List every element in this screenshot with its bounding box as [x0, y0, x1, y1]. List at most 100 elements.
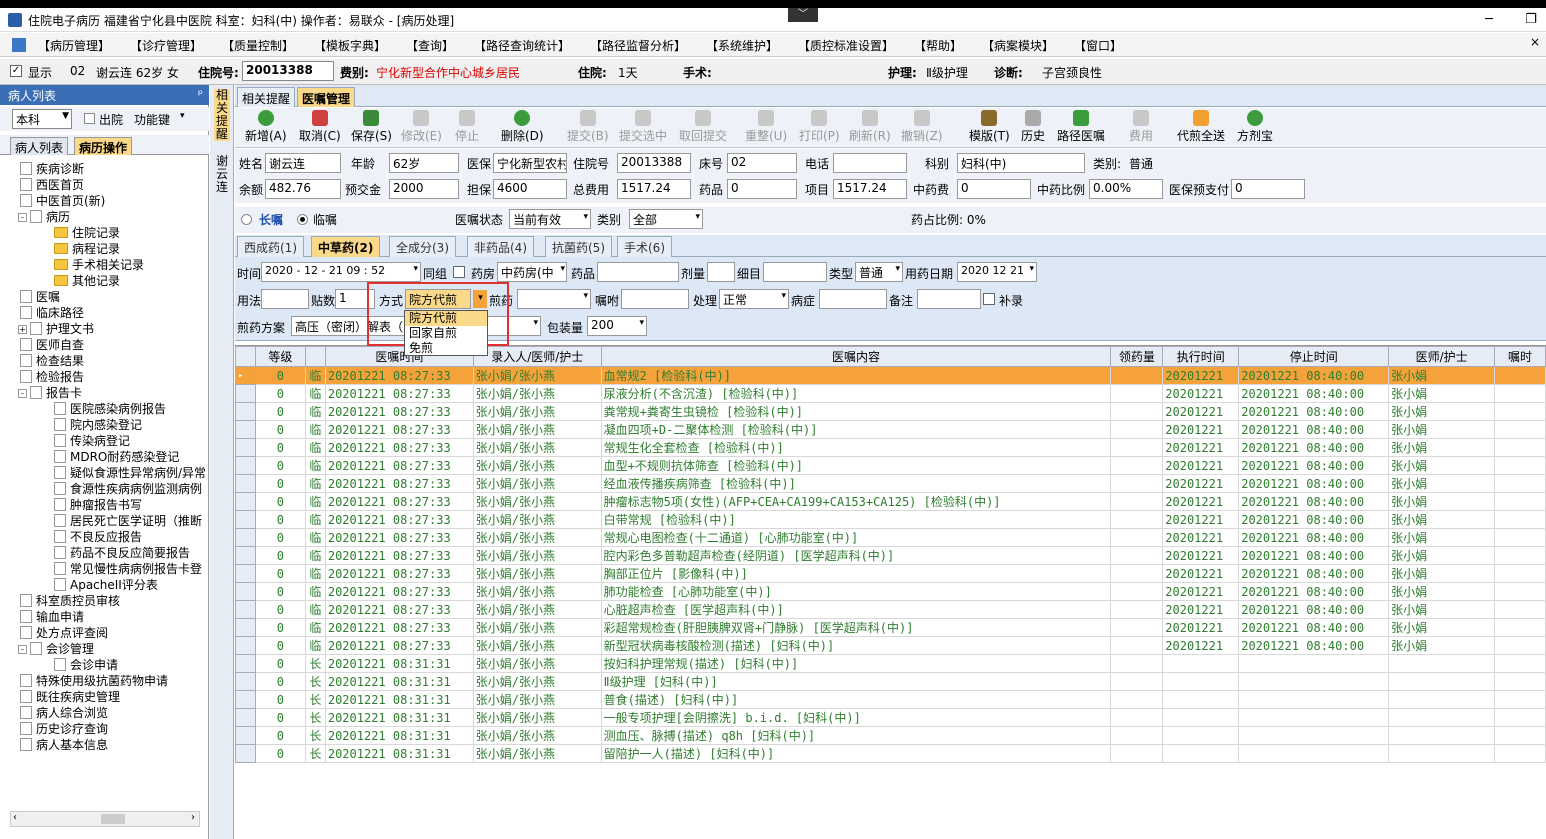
history-button[interactable]: 历史 — [1021, 110, 1045, 144]
drug-field[interactable] — [597, 262, 679, 282]
tree-item[interactable]: 住院记录 — [54, 225, 120, 241]
tree-item[interactable]: 检查结果 — [20, 353, 84, 369]
table-row[interactable]: 0 临 20201221 08:27:33 张小娟/张小燕 白带常规 [检验科(中)] 2… — [235, 510, 1546, 529]
menu-record[interactable]: 【病历管理】 — [38, 37, 110, 54]
header-type[interactable] — [304, 346, 326, 367]
balance-field[interactable]: 482.76 — [265, 179, 341, 199]
row-marker[interactable] — [235, 636, 256, 655]
template-button[interactable]: 模版(T) — [969, 110, 1010, 144]
table-row[interactable]: 0 临 20201221 08:27:33 张小娟/张小燕 胸部正位片 [影像科(中)]… — [235, 564, 1546, 583]
tree-item[interactable]: 处方点评查阅 — [20, 625, 108, 641]
phone-field[interactable] — [833, 153, 907, 173]
option-no-decoct[interactable]: 免煎 — [405, 341, 487, 356]
fee-button[interactable]: 费用 — [1129, 110, 1153, 144]
tcm-fee-field[interactable]: 0 — [957, 179, 1031, 199]
table-row[interactable]: 0 临 20201221 08:27:33 张小娟/张小燕 尿液分析(不含沉渣) [检验… — [235, 384, 1546, 403]
row-marker[interactable] — [235, 402, 256, 421]
tree-item[interactable]: 历史诊疗查询 — [20, 721, 108, 737]
table-row[interactable]: 0 临 20201221 08:27:33 张小娟/张小燕 肺功能检查 [心肺功能室(中… — [235, 582, 1546, 601]
row-marker[interactable] — [235, 600, 256, 619]
tree-item[interactable]: MDRO耐药感染登记 — [54, 449, 179, 465]
tree-item[interactable]: 特殊使用级抗菌药物申请 — [20, 673, 168, 689]
chevron-down-icon[interactable]: ▾ — [180, 111, 185, 121]
tree-item[interactable]: 不良反应报告 — [54, 529, 142, 545]
item-fee-field[interactable]: 1517.24 — [833, 179, 907, 199]
bed-field[interactable]: 02 — [727, 153, 797, 173]
order-category-select[interactable]: 全部 ▾ — [629, 209, 703, 229]
horizontal-scrollbar[interactable]: ‹ › — [10, 811, 200, 827]
header-exec-time[interactable]: 执行时间 — [1162, 346, 1240, 367]
pin-icon[interactable]: ᵖ — [198, 87, 203, 101]
admission-field[interactable]: 20013388 — [617, 153, 691, 173]
stop-button[interactable]: 停止 — [455, 110, 479, 144]
tree-item[interactable]: 既往疾病史管理 — [20, 689, 120, 705]
revoke-button[interactable]: 撤销(Z) — [901, 110, 943, 144]
tree-item[interactable]: 其他记录 — [54, 273, 120, 289]
save-button[interactable]: 保存(S) — [351, 110, 392, 144]
submit-selected-button[interactable]: 提交选中 — [619, 110, 667, 144]
prepay-field[interactable]: 2000 — [389, 179, 459, 199]
row-marker[interactable] — [235, 744, 256, 763]
temp-order-radio[interactable] — [297, 214, 308, 225]
row-marker[interactable] — [235, 708, 256, 727]
print-button[interactable]: 打印(P) — [799, 110, 840, 144]
row-marker[interactable] — [235, 510, 256, 529]
tree-item[interactable]: 医院感染病例报告 — [54, 401, 166, 417]
long-order-radio[interactable] — [241, 214, 252, 225]
scroll-left-icon[interactable]: ‹ — [13, 812, 17, 823]
vtab-patient[interactable]: 谢云连 — [214, 155, 230, 194]
tab-antibiotic[interactable]: 抗菌药(5) — [545, 236, 612, 257]
table-row[interactable]: 0 临 20201221 08:27:33 张小娟/张小燕 彩超常规检查(肝胆胰脾双肾+… — [235, 618, 1546, 637]
dept-select[interactable]: 本科 ▼ — [12, 109, 72, 129]
tab-reminder[interactable]: 相关提醒 — [237, 87, 296, 107]
menu-quality[interactable]: 【质量控制】 — [222, 37, 294, 54]
row-marker[interactable] — [235, 438, 256, 457]
tab-all-ingredients[interactable]: 全成分(3) — [389, 236, 456, 257]
tree-item[interactable]: 居民死亡医学证明（推断 — [54, 513, 202, 529]
pack-amount-select[interactable]: 200 ▾ — [587, 316, 647, 336]
header-stop-time[interactable]: 停止时间 — [1238, 346, 1390, 367]
tree-item[interactable]: 药品不良反应简要报告 — [54, 545, 190, 561]
add-button[interactable]: 新增(A) — [245, 110, 287, 144]
use-date-field[interactable]: 2020 12 21 ▾ — [957, 262, 1037, 282]
retrieve-button[interactable]: 取回提交 — [679, 110, 727, 144]
menu-case[interactable]: 【病案模块】 — [982, 37, 1054, 54]
detail-field[interactable] — [763, 262, 827, 282]
advice-field[interactable] — [621, 289, 689, 309]
tree-item[interactable]: ApacheII评分表 — [54, 577, 158, 593]
row-marker[interactable] — [235, 420, 256, 439]
table-row[interactable]: 0 临 20201221 08:27:33 张小娟/张小燕 常规心电图检查(十二通道) … — [235, 528, 1546, 547]
order-status-select[interactable]: 当前有效 ▾ — [509, 209, 591, 229]
discharge-checkbox[interactable] — [84, 113, 95, 124]
tree-item[interactable]: 临床路径 — [20, 305, 84, 321]
header-doctor-nurse[interactable]: 医师/护士 — [1388, 346, 1495, 367]
usage-field[interactable] — [261, 289, 309, 309]
table-row[interactable]: 0 临 20201221 08:27:33 张小娟/张小燕 心脏超声检查 [医学超声科(… — [235, 600, 1546, 619]
prescription-button[interactable]: 方剂宝 — [1237, 110, 1273, 144]
menu-path-analysis[interactable]: 【路径监督分析】 — [590, 37, 686, 54]
tree-item[interactable]: 疾病诊断 — [20, 161, 84, 177]
guarantee-field[interactable]: 4600 — [493, 179, 567, 199]
tree-item[interactable]: 院内感染登记 — [54, 417, 142, 433]
tree-item[interactable]: 传染病登记 — [54, 433, 130, 449]
note-field[interactable] — [917, 289, 981, 309]
path-order-button[interactable]: 路径医嘱 — [1057, 110, 1105, 144]
pharmacy-select[interactable]: 中药房(中 ▾ — [497, 262, 567, 282]
table-row[interactable]: 0 长 20201221 08:31:31 张小娟/张小燕 普食(描述) [妇科(中)] — [235, 690, 1546, 709]
row-marker[interactable] — [235, 690, 256, 709]
tree-item[interactable]: 西医首页 — [20, 177, 84, 193]
tree-item[interactable]: 病程记录 — [54, 241, 120, 257]
insurance-field[interactable]: 宁化新型农村 — [493, 153, 567, 173]
table-row[interactable]: 0 长 20201221 08:31:31 张小娟/张小燕 测血压、脉搏(描述) q8h… — [235, 726, 1546, 745]
scroll-right-icon[interactable]: › — [191, 812, 195, 823]
row-marker[interactable] — [235, 456, 256, 475]
collapse-icon[interactable]: - — [18, 389, 27, 398]
tab-surgery[interactable]: 手术(6) — [617, 236, 672, 257]
tree-item[interactable]: 疑似食源性异常病例/异常 — [54, 465, 206, 481]
cancel-button[interactable]: 取消(C) — [299, 110, 341, 144]
collapse-icon[interactable]: - — [18, 213, 27, 222]
drug-fee-field[interactable]: 0 — [727, 179, 797, 199]
tree-item[interactable]: 医嘱 — [20, 289, 60, 305]
refresh-button[interactable]: 刷新(R) — [849, 110, 891, 144]
tab-record-ops[interactable]: 病历操作 — [74, 137, 133, 155]
